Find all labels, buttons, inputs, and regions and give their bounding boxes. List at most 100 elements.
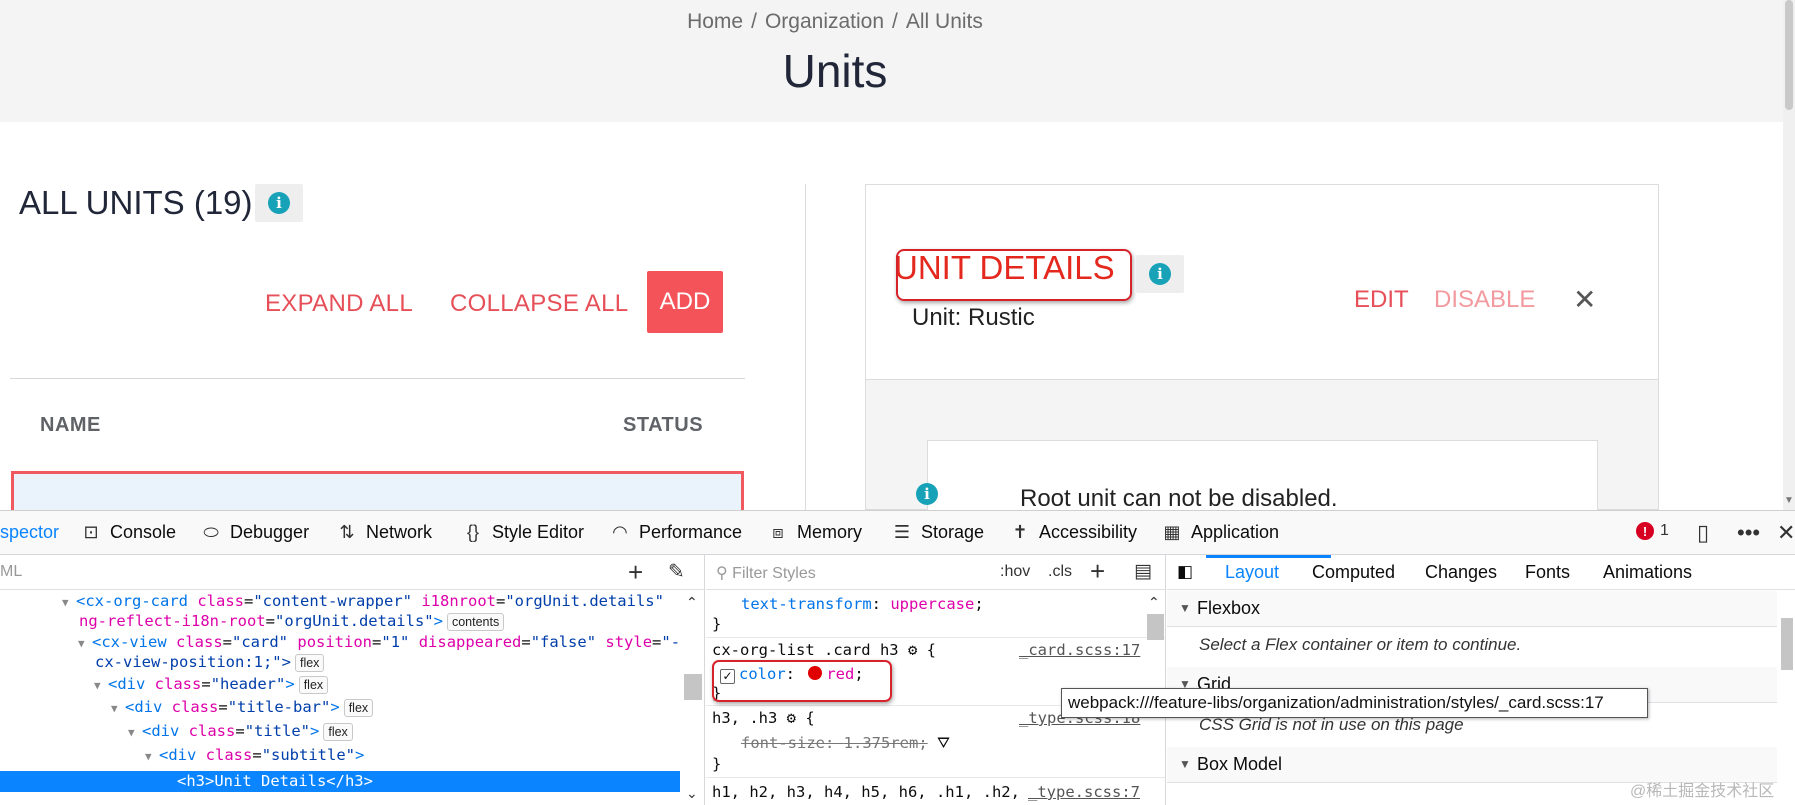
tab-performance[interactable]: ◠ Performance	[609, 522, 742, 543]
tab-label: Storage	[921, 522, 985, 542]
rule-selector[interactable]: cx-org-list .card h3 ⚙ {	[712, 641, 936, 659]
page-scrollbar-thumb[interactable]	[1785, 0, 1793, 110]
attr-name: i18nroot	[421, 592, 496, 610]
tab-animations[interactable]: Animations	[1603, 562, 1692, 583]
tab-memory[interactable]: ⧈ Memory	[767, 522, 862, 543]
scroll-up-icon[interactable]: ⌃	[1148, 594, 1160, 611]
close-icon[interactable]: ✕	[1573, 283, 1596, 316]
filter-icon[interactable]: ⛛	[937, 734, 950, 752]
selected-tree-node[interactable]: <h3>Unit Details</h3>	[0, 771, 680, 792]
breadcrumb: Home / Organization / All Units	[0, 10, 1670, 34]
markup-scrollbar[interactable]: ⌃ ⌄	[682, 590, 704, 805]
notice-info-icon: i	[916, 483, 938, 505]
markup-pane: ML + ✎ ▼ <cx-org-card class="content-wrap…	[0, 555, 705, 805]
tab-fonts[interactable]: Fonts	[1525, 562, 1570, 583]
display-badge[interactable]: flex	[294, 654, 325, 672]
breadcrumb-home[interactable]: Home	[687, 10, 743, 33]
details-info-button[interactable]: i	[1136, 255, 1184, 293]
rule-selector[interactable]: h3, .h3 ⚙ {	[712, 709, 815, 727]
edit-button[interactable]: EDIT	[1354, 286, 1409, 314]
rule-source-link[interactable]: _card.scss:17	[1019, 641, 1140, 659]
add-node-icon[interactable]: +	[628, 557, 643, 588]
active-tab-indicator	[1206, 555, 1331, 558]
toggle-sidebar-icon[interactable]: ◧	[1177, 562, 1193, 582]
responsive-design-icon[interactable]: ▯	[1697, 520, 1709, 546]
display-badge[interactable]: flex	[298, 676, 329, 694]
scroll-down-icon[interactable]: ▼	[1784, 495, 1794, 506]
tree-node-header[interactable]: ▼ <div class="header"> flex	[94, 675, 329, 694]
tree-node-cx-org-card[interactable]: ▼ <cx-org-card class="content-wrapper" i1…	[62, 592, 664, 610]
tab-debugger[interactable]: ⬭ Debugger	[200, 522, 309, 543]
more-options-icon[interactable]: •••	[1737, 520, 1760, 546]
tab-network[interactable]: ⇅ Network	[336, 522, 432, 543]
attr-value: "content-wrapper"	[253, 592, 412, 610]
tree-node-subtitle[interactable]: ▼ <div class="subtitle">	[145, 746, 364, 764]
breadcrumb-organization[interactable]: Organization	[765, 10, 884, 33]
expand-all-button[interactable]: EXPAND ALL	[265, 290, 413, 318]
hov-toggle[interactable]: :hov	[1000, 563, 1030, 581]
tree-node-continuation[interactable]: cx-view-position:1;"> flex	[95, 653, 325, 672]
column-header-name[interactable]: NAME	[40, 414, 101, 437]
cls-toggle[interactable]: .cls	[1048, 563, 1072, 581]
gear-icon[interactable]: ⚙	[787, 709, 796, 727]
rule-selector[interactable]: h1, h2, h3, h4, h5, h6, .h1, .h2,	[712, 783, 1020, 801]
markup-search-input[interactable]: ML	[0, 563, 22, 581]
print-media-icon[interactable]: ▤	[1134, 560, 1152, 583]
attr-name: style	[605, 633, 653, 651]
filter-styles-input[interactable]: ⚲ Filter Styles	[716, 563, 816, 583]
expand-triangle-icon[interactable]: ▼	[128, 726, 142, 739]
tree-node-cx-view[interactable]: ▼ <cx-view class="card" position="1" disa…	[78, 633, 689, 651]
section-title: Flexbox	[1197, 598, 1261, 618]
expand-triangle-icon[interactable]: ▼	[62, 596, 76, 609]
display-badge[interactable]: flex	[323, 723, 353, 741]
eyedropper-icon[interactable]: ✎	[668, 559, 685, 584]
collapse-all-button[interactable]: COLLAPSE ALL	[450, 290, 628, 318]
tab-inspector[interactable]: spector	[0, 522, 59, 543]
disable-button[interactable]: DISABLE	[1434, 286, 1535, 314]
expand-triangle-icon[interactable]: ▼	[78, 637, 92, 650]
tab-changes[interactable]: Changes	[1425, 562, 1497, 583]
css-declaration[interactable]: text-transform: uppercase;	[741, 595, 984, 613]
close-devtools-icon[interactable]: ✕	[1777, 520, 1795, 546]
rules-scrollbar-thumb[interactable]	[1147, 614, 1164, 640]
units-info-button[interactable]: i	[255, 184, 303, 222]
display-badge[interactable]: flex	[343, 699, 374, 717]
tab-layout[interactable]: Layout	[1225, 562, 1279, 583]
brace: {	[926, 641, 937, 659]
rule-source-link[interactable]: _type.scss:7	[1028, 783, 1140, 801]
scroll-up-icon[interactable]: ⌃	[686, 594, 698, 611]
flexbox-section-header[interactable]: ▼ Flexbox	[1167, 591, 1777, 627]
tree-node-continuation[interactable]: ng-reflect-i18n-root="orgUnit.details"> c…	[79, 612, 505, 631]
collapse-triangle-icon: ▼	[1179, 757, 1191, 771]
css-property: text-transform	[741, 595, 872, 613]
layout-scrollbar[interactable]	[1779, 590, 1795, 805]
markup-scrollbar-thumb[interactable]	[684, 674, 702, 700]
expand-triangle-icon[interactable]: ▼	[111, 702, 125, 715]
display-badge[interactable]: contents	[446, 613, 505, 631]
filter-icon: ⚲	[716, 565, 733, 582]
tab-computed[interactable]: Computed	[1312, 562, 1395, 583]
tree-node-title[interactable]: ▼ <div class="title"> flex	[128, 722, 353, 741]
add-rule-icon[interactable]: +	[1090, 556, 1105, 587]
expand-triangle-icon[interactable]: ▼	[145, 750, 159, 763]
markup-search-bar[interactable]: ML + ✎	[0, 555, 704, 590]
tab-label: Network	[366, 522, 433, 542]
scroll-down-icon[interactable]: ⌄	[686, 785, 698, 802]
gear-icon[interactable]: ⚙	[908, 641, 917, 659]
section-title: Box Model	[1197, 754, 1283, 774]
tab-console[interactable]: ⊡ Console	[80, 522, 176, 543]
tree-node-h3[interactable]: <h3>Unit Details</h3>	[177, 772, 373, 790]
error-indicator[interactable]: ! 1	[1636, 522, 1669, 540]
tab-application[interactable]: ▦ Application	[1161, 522, 1279, 543]
page-scrollbar[interactable]: ▼	[1783, 0, 1795, 510]
column-header-status[interactable]: STATUS	[623, 414, 703, 437]
expand-triangle-icon[interactable]: ▼	[94, 679, 108, 692]
tab-storage[interactable]: ☰ Storage	[891, 522, 984, 543]
layout-scrollbar-thumb[interactable]	[1781, 618, 1793, 670]
selected-unit-row[interactable]	[11, 471, 744, 510]
tab-accessibility[interactable]: ✝ Accessibility	[1009, 522, 1137, 543]
css-declaration-overridden[interactable]: font-size: 1.375rem; ⛛	[741, 734, 950, 753]
tab-style-editor[interactable]: {} Style Editor	[462, 522, 584, 543]
add-unit-button[interactable]: ADD	[647, 271, 723, 333]
tree-node-title-bar[interactable]: ▼ <div class="title-bar"> flex	[111, 698, 374, 717]
